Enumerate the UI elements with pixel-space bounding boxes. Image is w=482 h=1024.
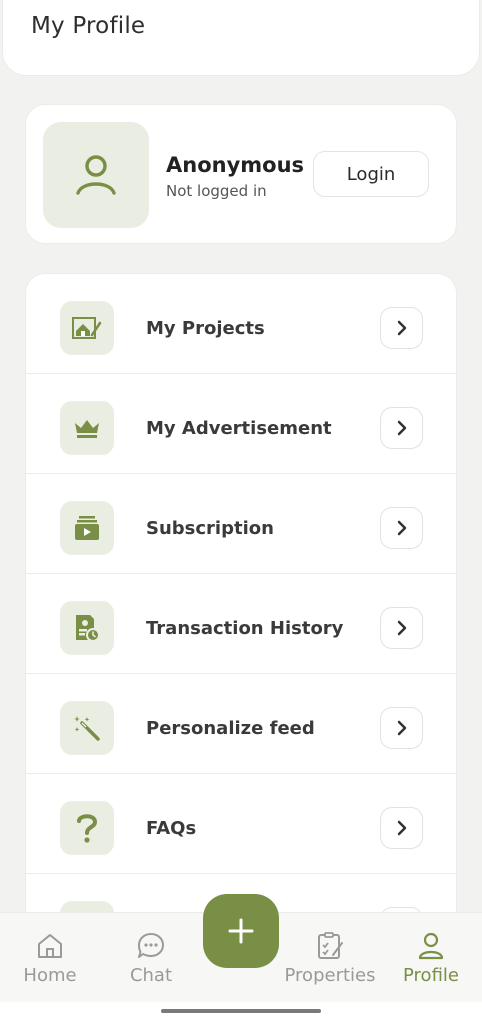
menu-item-label: My Advertisement [146,418,332,439]
menu-item-label: Transaction History [146,618,344,639]
menu-item-label: Personalize feed [146,718,315,739]
transaction-history-icon [76,615,100,642]
menu-item-my-advertisement[interactable]: My Advertisement [26,374,456,474]
profile-icon [418,932,444,960]
plus-icon [228,918,254,944]
home-icon [38,934,62,958]
chevron-right-icon[interactable] [380,607,423,649]
login-status: Not logged in [166,182,267,200]
nav-properties[interactable]: Properties [280,913,380,1003]
home-indicator[interactable] [161,1009,321,1013]
app-header: My Profile [2,0,480,76]
menu-item-label: My Projects [146,318,265,339]
question-icon [77,814,98,843]
nav-chat[interactable]: Chat [111,913,191,1003]
chevron-right-icon[interactable] [380,407,423,449]
subscription-icon [75,516,99,540]
nav-label: Profile [403,965,459,986]
chevron-right-icon[interactable] [380,807,423,849]
profile-name: Anonymous [166,153,305,177]
nav-label: Properties [284,965,376,986]
chat-icon [138,933,164,958]
user-icon [76,155,116,195]
menu-item-label: FAQs [146,818,197,839]
avatar [43,122,149,228]
magic-wand-icon [74,716,100,741]
menu-item-subscription[interactable]: Subscription [26,474,456,574]
nav-label: Home [23,965,77,986]
chevron-right-icon[interactable] [380,507,423,549]
menu-item-my-projects[interactable]: My Projects [26,274,456,374]
nav-profile[interactable]: Profile [391,913,471,1003]
chevron-right-icon[interactable] [380,707,423,749]
nav-label: Chat [129,965,173,986]
crown-icon [75,420,99,438]
menu-item-transaction-history[interactable]: Transaction History [26,574,456,674]
properties-icon [318,932,343,959]
menu-list: My Projects My Advertisement Subscriptio… [25,273,457,973]
chevron-right-icon[interactable] [380,307,423,349]
menu-item-faqs[interactable]: FAQs [26,774,456,874]
menu-item-label: Subscription [146,518,274,539]
menu-item-personalize-feed[interactable]: Personalize feed [26,674,456,774]
projects-icon [72,317,102,339]
profile-card: Anonymous Not logged in Login [25,104,457,244]
system-gesture-area [0,1002,482,1024]
page-title: My Profile [31,13,146,39]
login-button[interactable]: Login [313,151,429,197]
add-button[interactable] [203,894,279,968]
profile-screen: My Profile Anonymous Not logged in Login… [0,0,482,1024]
nav-home[interactable]: Home [10,913,90,1003]
